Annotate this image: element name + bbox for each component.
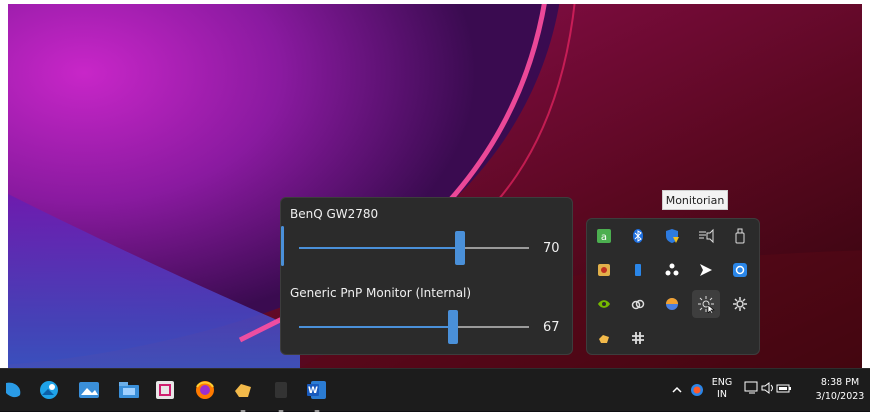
screen-capture-icon[interactable] xyxy=(726,256,754,284)
monitorian-brightness-icon[interactable] xyxy=(692,290,720,318)
tooltip: Monitorian xyxy=(662,190,728,210)
paw-icon[interactable] xyxy=(658,256,686,284)
svg-text:a: a xyxy=(601,232,607,243)
svg-text:W: W xyxy=(308,386,318,396)
usb-safely-remove-icon[interactable] xyxy=(726,222,754,250)
arrow-right-icon[interactable] xyxy=(692,256,720,284)
folder-icon[interactable] xyxy=(116,377,142,403)
bluetooth-icon[interactable] xyxy=(624,222,652,250)
active-monitor-indicator xyxy=(281,226,284,266)
monitor-name: Generic PnP Monitor (Internal) xyxy=(290,286,472,300)
brightness-slider[interactable] xyxy=(299,231,529,265)
slider-fill xyxy=(299,326,454,328)
monitor-name: BenQ GW2780 xyxy=(290,207,379,221)
slider-thumb[interactable] xyxy=(448,310,459,344)
snip-tool-icon[interactable] xyxy=(152,377,178,403)
word-icon[interactable]: W xyxy=(304,377,330,412)
volume-icon xyxy=(760,380,776,400)
app-orange-icon[interactable] xyxy=(590,256,618,284)
edge-icon[interactable] xyxy=(2,377,28,403)
hand-icon[interactable] xyxy=(590,324,618,352)
blank-app-icon[interactable] xyxy=(268,377,294,412)
language-line1: ENG xyxy=(711,377,733,388)
battery-icon xyxy=(776,380,792,400)
language-line2: IN xyxy=(717,389,727,400)
brightness-slider[interactable] xyxy=(299,310,529,344)
slider-fill xyxy=(299,247,460,249)
sound-output-icon[interactable] xyxy=(692,222,720,250)
settings-gear-icon[interactable] xyxy=(726,290,754,318)
blue-bar-icon[interactable] xyxy=(624,256,652,284)
firefox-icon[interactable] xyxy=(192,377,218,403)
clock[interactable]: 8:38 PM 3/10/2023 xyxy=(812,377,868,403)
clock-time: 8:38 PM xyxy=(820,377,860,388)
hand-app-icon[interactable] xyxy=(230,377,256,412)
creative-cloud-icon[interactable] xyxy=(624,290,652,318)
color-circle-icon[interactable] xyxy=(658,290,686,318)
slack-icon[interactable] xyxy=(624,324,652,352)
slider-thumb[interactable] xyxy=(455,231,465,265)
photos-icon[interactable] xyxy=(36,377,62,403)
network-icon xyxy=(744,380,760,400)
brightness-value: 67 xyxy=(543,320,560,335)
image-viewer-icon[interactable] xyxy=(76,377,102,403)
quick-settings-group[interactable] xyxy=(742,377,794,403)
clock-date: 3/10/2023 xyxy=(815,391,865,402)
brightness-value: 70 xyxy=(543,241,560,256)
language-indicator[interactable]: ENG IN xyxy=(707,369,737,411)
nvidia-icon[interactable] xyxy=(590,290,618,318)
windows-security-icon[interactable] xyxy=(658,222,686,250)
tray-overflow-flyout: a xyxy=(586,218,760,355)
monitorian-flyout: BenQ GW2780 70 Generic PnP Monitor (Inte… xyxy=(280,197,573,355)
greenshot-icon[interactable]: a xyxy=(590,222,618,250)
taskbar: W ENG IN 8:38 PM 3/10/2023 xyxy=(0,368,870,412)
